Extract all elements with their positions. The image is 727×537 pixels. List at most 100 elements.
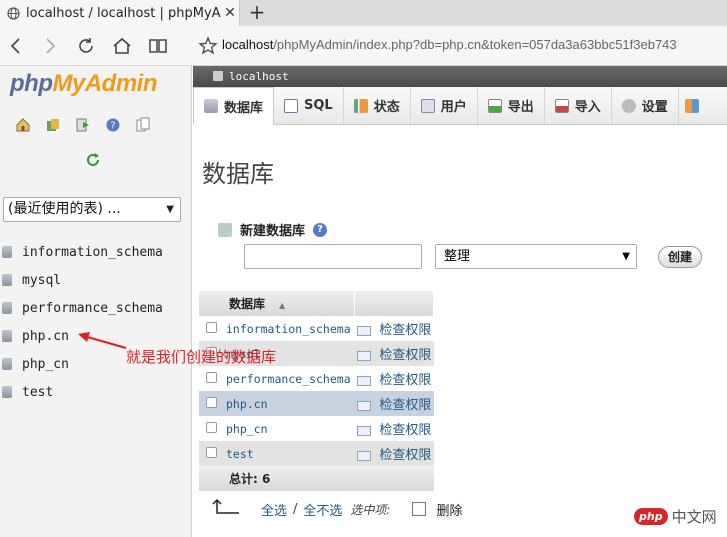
import-icon: [554, 98, 569, 113]
tab-label: 设置: [641, 100, 668, 115]
delete-button[interactable]: 删除: [436, 500, 462, 519]
help-icon[interactable]: ?: [104, 116, 122, 134]
forward-icon[interactable]: [38, 34, 62, 58]
tab-more[interactable]: [679, 87, 705, 124]
row-checkbox[interactable]: [199, 366, 223, 391]
select-all-link[interactable]: 全选: [261, 500, 287, 519]
database-icon: [2, 246, 12, 258]
table-row[interactable]: php.cn 检查权限: [199, 391, 434, 416]
home-icon[interactable]: [110, 34, 134, 58]
total-spacer: [354, 466, 434, 491]
tab-settings[interactable]: 设置: [612, 87, 679, 124]
sidebar-db-label: test: [22, 384, 54, 400]
url-host: localhost: [222, 37, 274, 52]
delete-icon[interactable]: [412, 502, 427, 516]
sidebar-db-label: information_schema: [22, 244, 163, 260]
tab-label: 用户: [440, 100, 467, 115]
address-bar[interactable]: localhost/phpMyAdmin/index.php?db=php.cn…: [222, 37, 677, 52]
sidebar-db-item[interactable]: performance_schema: [0, 294, 192, 322]
total-spacer: [199, 466, 223, 491]
check-privileges-link[interactable]: 检查权限: [354, 366, 434, 391]
check-privileges-link[interactable]: 检查权限: [354, 441, 434, 466]
tab-status[interactable]: 状态: [344, 87, 411, 124]
table-row[interactable]: performance_schema 检查权限: [199, 366, 434, 391]
home-icon[interactable]: [14, 116, 32, 134]
reload-navigation-icon[interactable]: [84, 152, 102, 170]
databases-table: 数据库 ▲ information_schema 检查权限 mysql 检查权限 …: [199, 291, 435, 491]
settings-icon: [621, 98, 636, 113]
browser-tab-strip: localhost / localhost | phpMyAdmin ✕ +: [0, 0, 727, 26]
favorite-star-icon[interactable]: [196, 34, 220, 58]
database-link[interactable]: php_cn: [223, 416, 355, 441]
docs-icon[interactable]: [134, 116, 152, 134]
create-button[interactable]: 创建: [658, 246, 702, 268]
logout-icon[interactable]: [74, 116, 92, 134]
close-tab-icon[interactable]: ✕: [221, 5, 239, 21]
deselect-all-link[interactable]: 全不选: [303, 500, 342, 519]
phpmyadmin-logo[interactable]: phpMyAdmin: [10, 70, 157, 98]
privileges-icon: [357, 450, 372, 461]
sidebar-db-item[interactable]: mysql: [0, 266, 192, 294]
table-header-row: 数据库 ▲: [199, 291, 435, 316]
tab-export[interactable]: 导出: [478, 87, 545, 124]
check-privileges-link[interactable]: 检查权限: [354, 341, 434, 366]
main-content: localhost 数据库 SQL 状态 用户 导出 导入 设置 数据库 新建数…: [193, 66, 727, 537]
recent-tables-select[interactable]: (最近使用的表) ... ▼: [3, 197, 181, 222]
svg-text:?: ?: [110, 121, 115, 132]
sidebar-db-label: performance_schema: [22, 300, 163, 316]
sql-query-icon[interactable]: [44, 116, 62, 134]
sidebar-db-item[interactable]: test: [0, 378, 192, 406]
help-icon[interactable]: ?: [313, 222, 328, 237]
tab-sql[interactable]: SQL: [274, 87, 344, 124]
tab-databases[interactable]: 数据库: [193, 87, 275, 125]
tab-label: 导入: [574, 100, 601, 115]
database-link[interactable]: information_schema: [223, 316, 355, 341]
tab-label: 导出: [507, 100, 534, 115]
back-icon[interactable]: [4, 34, 28, 58]
privileges-label: 检查权限: [379, 398, 432, 413]
table-row[interactable]: test 检查权限: [199, 441, 434, 466]
annotation-arrow-icon: [78, 332, 127, 349]
privileges-label: 检查权限: [379, 448, 432, 463]
sidebar-db-label: mysql: [22, 272, 62, 288]
table-row[interactable]: information_schema 检查权限: [199, 316, 434, 341]
server-icon: [213, 71, 223, 81]
new-database-label: 新建数据库: [240, 224, 306, 239]
row-checkbox[interactable]: [199, 416, 223, 441]
refresh-icon[interactable]: [74, 34, 98, 58]
sidebar-quick-icons: ?: [14, 116, 152, 134]
database-link[interactable]: php.cn: [223, 391, 355, 416]
database-link[interactable]: test: [223, 441, 355, 466]
logo-myadmin-text: MyAdmin: [52, 70, 157, 97]
row-checkbox[interactable]: [199, 441, 223, 466]
sidebar-db-label: php.cn: [22, 328, 69, 344]
column-header-database[interactable]: 数据库 ▲: [199, 291, 355, 316]
total-count: 总计: 6: [223, 466, 355, 491]
privileges-icon: [357, 425, 372, 436]
browser-tab[interactable]: localhost / localhost | phpMyAdmin ✕: [0, 0, 240, 26]
annotation-text: 就是我们创建的数据库: [126, 348, 277, 366]
check-privileges-link[interactable]: 检查权限: [354, 316, 434, 341]
database-link[interactable]: performance_schema: [223, 366, 355, 391]
reading-view-icon[interactable]: [146, 34, 170, 58]
new-tab-button[interactable]: +: [246, 1, 268, 23]
globe-icon: [6, 6, 20, 20]
tab-label: SQL: [304, 98, 333, 113]
browser-tab-title: localhost / localhost | phpMyAdmin: [26, 5, 221, 21]
check-privileges-link[interactable]: 检查权限: [354, 391, 434, 416]
privileges-label: 检查权限: [379, 423, 432, 438]
table-row[interactable]: php_cn 检查权限: [199, 416, 434, 441]
sidebar-db-item[interactable]: information_schema: [0, 238, 192, 266]
tab-users[interactable]: 用户: [411, 87, 478, 124]
row-checkbox[interactable]: [199, 316, 223, 341]
tab-label: 状态: [373, 100, 400, 115]
database-icon: [204, 99, 218, 113]
database-icon: [2, 302, 12, 314]
privileges-label: 检查权限: [379, 348, 432, 363]
tab-import[interactable]: 导入: [545, 87, 612, 124]
row-checkbox[interactable]: [199, 391, 223, 416]
check-privileges-link[interactable]: 检查权限: [354, 416, 434, 441]
database-tree: information_schema mysql performance_sch…: [0, 238, 192, 406]
collation-select[interactable]: 整理 ▼: [435, 244, 637, 269]
database-name-input[interactable]: [244, 244, 422, 269]
